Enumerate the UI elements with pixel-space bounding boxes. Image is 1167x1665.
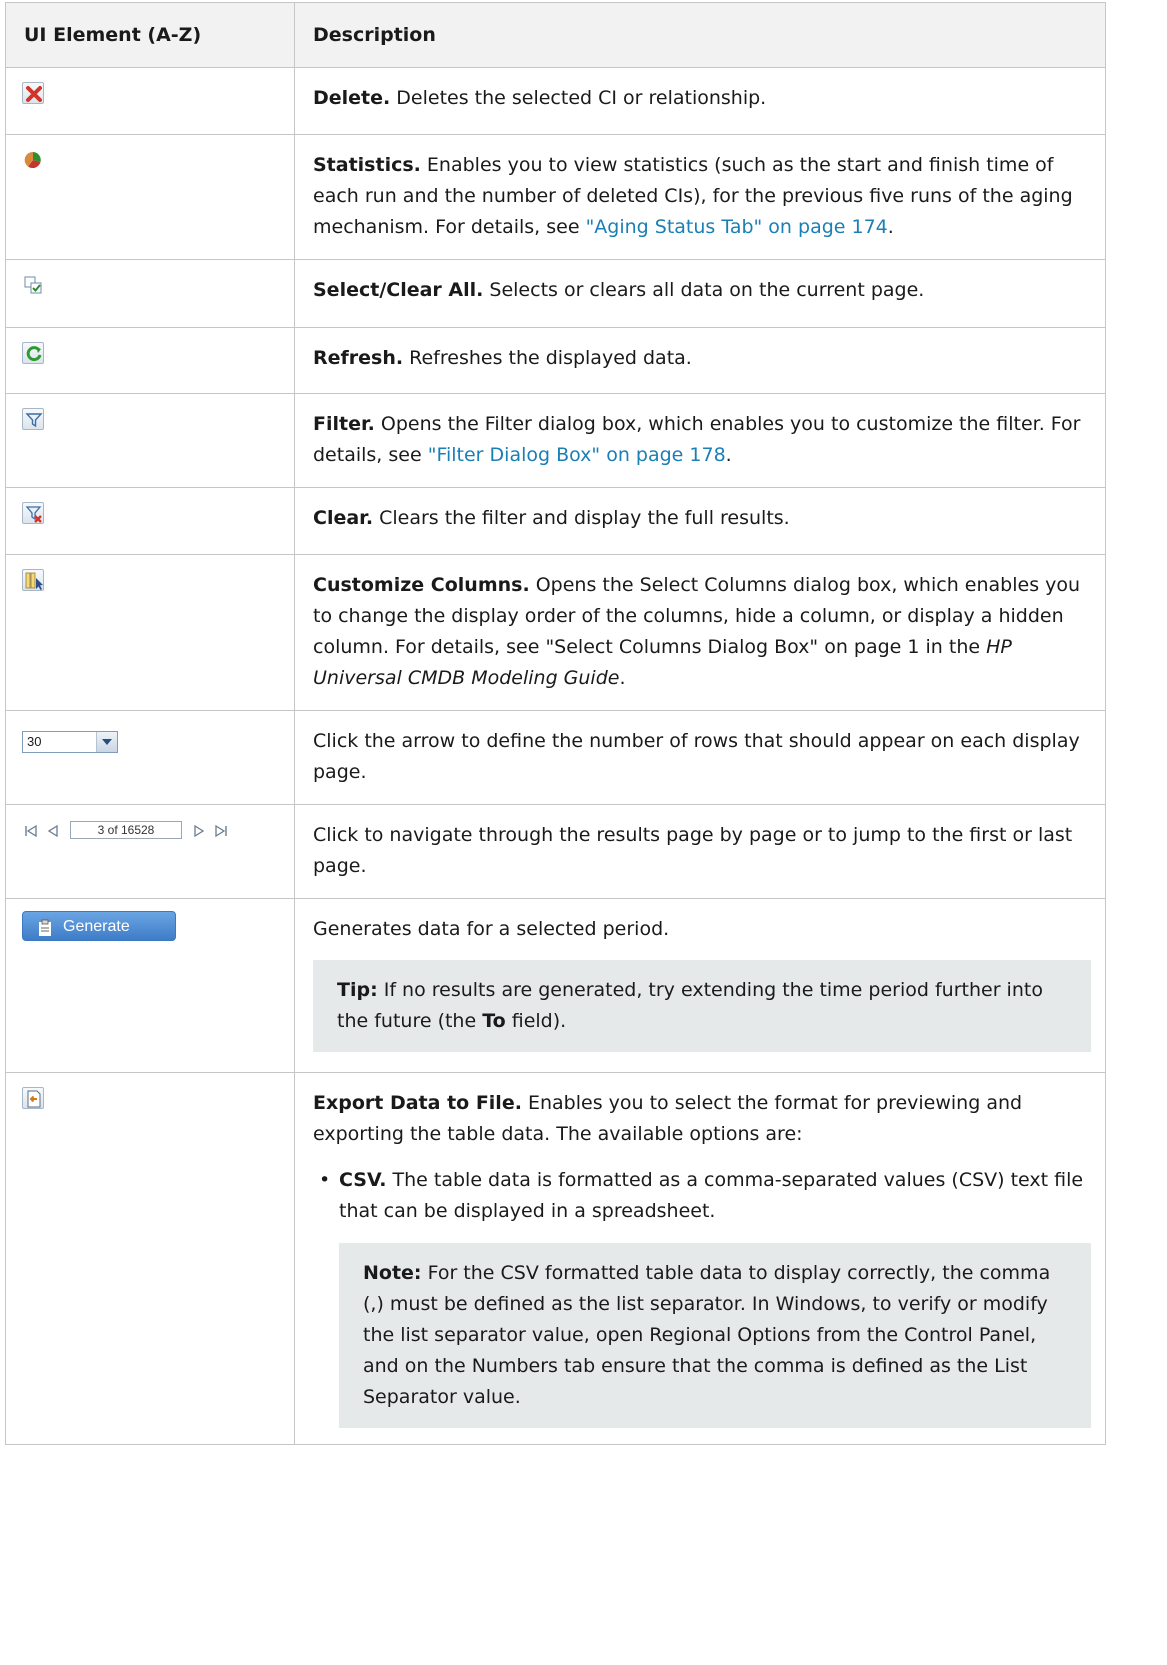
first-page-icon[interactable] xyxy=(22,821,40,839)
table-row: Filter. Opens the Filter dialog box, whi… xyxy=(5,393,1106,488)
row-description: Click the arrow to define the number of … xyxy=(294,710,1106,805)
punctuation: . xyxy=(619,667,626,689)
row-title: Delete. xyxy=(313,87,391,109)
customize-columns-icon[interactable] xyxy=(22,569,44,591)
table-row: 30 Click the arrow to define the number … xyxy=(5,710,1106,805)
page-number-field[interactable]: 3 of 16528 xyxy=(70,821,182,839)
table-row: Generate Generates data for a selected p… xyxy=(5,898,1106,1073)
refresh-icon[interactable] xyxy=(22,342,44,364)
row-title: Refresh. xyxy=(313,347,404,369)
export-options-list: CSV. The table data is formatted as a co… xyxy=(313,1165,1091,1428)
page-navigator: 3 of 16528 xyxy=(22,819,234,841)
row-description: Generates data for a selected period. xyxy=(313,918,670,940)
generate-button[interactable]: Generate xyxy=(22,911,176,941)
rows-per-page-value: 30 xyxy=(27,734,42,749)
row-description: Clears the filter and display the full r… xyxy=(373,507,790,529)
table-row: Statistics. Enables you to view statisti… xyxy=(5,134,1106,260)
row-description: Selects or clears all data on the curren… xyxy=(483,279,925,301)
option-title: CSV. xyxy=(339,1169,387,1191)
row-title: Select/Clear All. xyxy=(313,279,484,301)
punctuation: . xyxy=(725,444,732,466)
next-page-icon[interactable] xyxy=(190,821,208,839)
header-ui-element: UI Element (A-Z) xyxy=(5,2,295,68)
last-page-icon[interactable] xyxy=(212,821,230,839)
list-item: CSV. The table data is formatted as a co… xyxy=(319,1165,1091,1428)
table-row: Clear. Clears the filter and display the… xyxy=(5,487,1106,555)
table-row: Delete. Deletes the selected CI or relat… xyxy=(5,67,1106,135)
note-label: Note: xyxy=(363,1262,422,1284)
export-data-icon[interactable] xyxy=(22,1087,44,1109)
header-description: Description xyxy=(294,2,1106,68)
aging-status-tab-link[interactable]: "Aging Status Tab" on page 174 xyxy=(586,216,888,238)
row-title: Customize Columns. xyxy=(313,574,530,596)
tip-label: Tip: xyxy=(337,979,378,1001)
ui-elements-table: UI Element (A-Z) Description Delete. Del… xyxy=(5,2,1106,1445)
row-title: Export Data to File. xyxy=(313,1092,522,1114)
delete-icon[interactable] xyxy=(22,82,44,104)
table-row: 3 of 16528 Click to navigate through the… xyxy=(5,804,1106,899)
table-header-row: UI Element (A-Z) Description xyxy=(5,2,1106,68)
generate-button-label: Generate xyxy=(63,917,130,935)
table-row: Customize Columns. Opens the Select Colu… xyxy=(5,554,1106,711)
table-row: Select/Clear All. Selects or clears all … xyxy=(5,259,1106,328)
rows-per-page-select[interactable]: 30 xyxy=(22,731,118,753)
row-description: Deletes the selected CI or relationship. xyxy=(390,87,767,109)
row-description: Refreshes the displayed data. xyxy=(403,347,692,369)
tip-callout: Tip: If no results are generated, try ex… xyxy=(313,960,1091,1052)
note-callout: Note: For the CSV formatted table data t… xyxy=(339,1243,1091,1428)
clear-filter-icon[interactable] xyxy=(22,502,44,524)
table-row: Refresh. Refreshes the displayed data. xyxy=(5,327,1106,394)
punctuation: . xyxy=(887,216,894,238)
generate-icon xyxy=(37,917,53,936)
row-title: Filter. xyxy=(313,413,375,435)
filter-dialog-box-link[interactable]: "Filter Dialog Box" on page 178 xyxy=(428,444,726,466)
previous-page-icon[interactable] xyxy=(44,821,62,839)
tip-text-end: field). xyxy=(505,1010,567,1032)
filter-icon[interactable] xyxy=(22,408,44,430)
note-text: For the CSV formatted table data to disp… xyxy=(363,1262,1051,1408)
row-title: Statistics. xyxy=(313,154,421,176)
select-clear-all-icon[interactable] xyxy=(22,274,44,296)
statistics-icon[interactable] xyxy=(22,149,44,171)
tip-field-name: To xyxy=(482,1010,506,1032)
tip-text: If no results are generated, try extendi… xyxy=(337,979,1043,1032)
row-title: Clear. xyxy=(313,507,374,529)
table-row: Export Data to File. Enables you to sele… xyxy=(5,1072,1106,1445)
chevron-down-icon[interactable] xyxy=(96,732,117,752)
option-description: The table data is formatted as a comma-s… xyxy=(339,1169,1084,1222)
row-description: Click to navigate through the results pa… xyxy=(294,804,1106,899)
